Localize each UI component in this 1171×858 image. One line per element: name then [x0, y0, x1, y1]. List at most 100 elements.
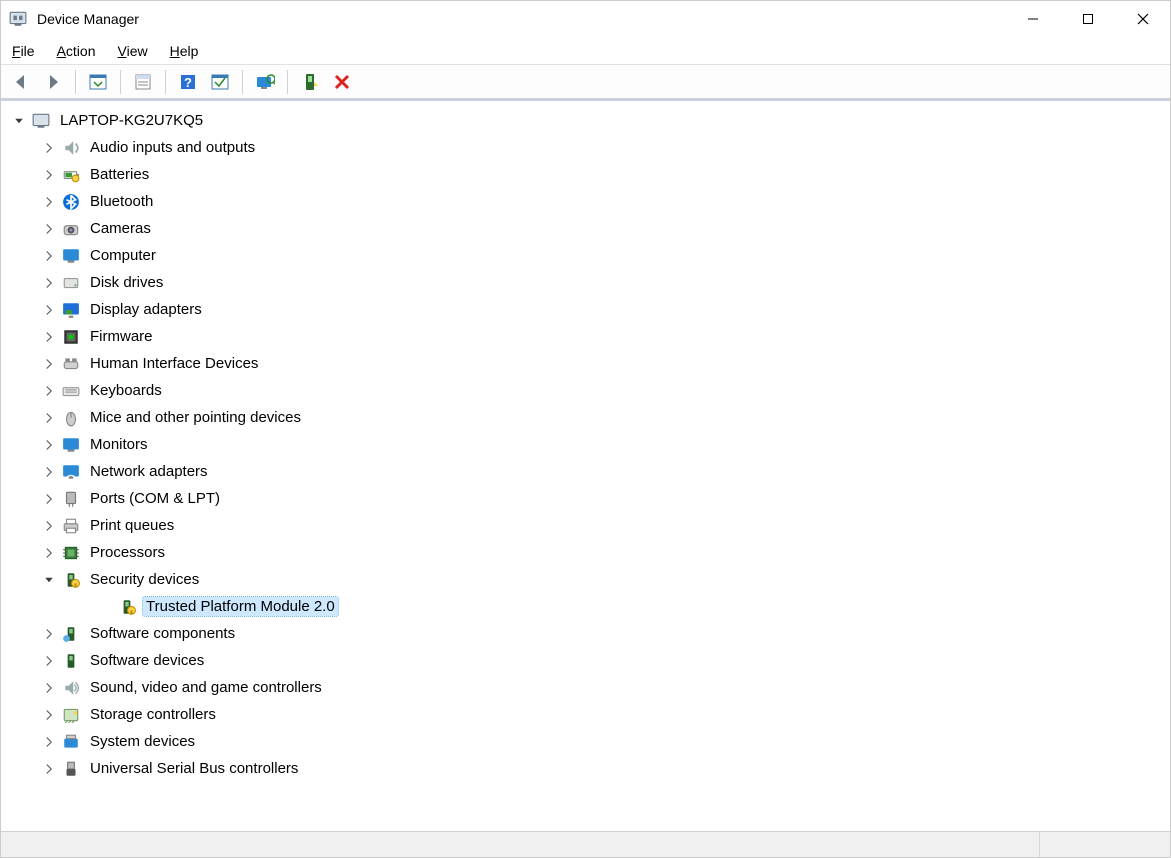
- expand-icon[interactable]: [41, 518, 57, 534]
- tree-category-label[interactable]: Display adapters: [87, 300, 205, 319]
- storage-icon: [61, 705, 81, 725]
- expand-icon[interactable]: [41, 734, 57, 750]
- tree-category-label[interactable]: Software devices: [87, 651, 207, 670]
- toolbar-update-button[interactable]: [206, 68, 234, 96]
- tree-device-row[interactable]: Trusted Platform Module 2.0: [5, 593, 1166, 620]
- expand-icon[interactable]: [41, 221, 57, 237]
- tree-category-row[interactable]: Monitors: [5, 431, 1166, 458]
- tree-category-row[interactable]: Sound, video and game controllers: [5, 674, 1166, 701]
- expand-icon[interactable]: [41, 275, 57, 291]
- expand-icon[interactable]: [41, 356, 57, 372]
- tree-category-row[interactable]: Software components: [5, 620, 1166, 647]
- maximize-button[interactable]: [1060, 1, 1115, 37]
- tree-category-label[interactable]: Ports (COM & LPT): [87, 489, 223, 508]
- tree-category-label[interactable]: Cameras: [87, 219, 154, 238]
- tree-category-label[interactable]: Human Interface Devices: [87, 354, 261, 373]
- expand-icon[interactable]: [41, 626, 57, 642]
- tree-category-row[interactable]: Universal Serial Bus controllers: [5, 755, 1166, 782]
- tree-category-row[interactable]: Cameras: [5, 215, 1166, 242]
- expand-icon[interactable]: [41, 329, 57, 345]
- tree-root-label[interactable]: LAPTOP-KG2U7KQ5: [57, 111, 206, 130]
- tree-category-row[interactable]: Storage controllers: [5, 701, 1166, 728]
- tree-category-row[interactable]: Firmware: [5, 323, 1166, 350]
- tree-root-row[interactable]: LAPTOP-KG2U7KQ5: [5, 107, 1166, 134]
- tree-category-row[interactable]: Security devices: [5, 566, 1166, 593]
- tree-category-label[interactable]: Monitors: [87, 435, 151, 454]
- tree-category-label[interactable]: Audio inputs and outputs: [87, 138, 258, 157]
- tree-category-label[interactable]: Keyboards: [87, 381, 165, 400]
- tree-category-row[interactable]: Processors: [5, 539, 1166, 566]
- tree-device-label[interactable]: Trusted Platform Module 2.0: [143, 597, 338, 616]
- tree-category-label[interactable]: Batteries: [87, 165, 152, 184]
- hid-icon: [61, 354, 81, 374]
- close-button[interactable]: [1115, 1, 1170, 37]
- tree-category-row[interactable]: Audio inputs and outputs: [5, 134, 1166, 161]
- minimize-button[interactable]: [1005, 1, 1060, 37]
- system-icon: [61, 732, 81, 752]
- computer-root-icon: [31, 111, 51, 131]
- expand-icon[interactable]: [41, 302, 57, 318]
- expand-icon[interactable]: [41, 383, 57, 399]
- tree-category-label[interactable]: Security devices: [87, 570, 202, 589]
- expand-icon[interactable]: [41, 167, 57, 183]
- expand-icon[interactable]: [41, 140, 57, 156]
- tree-category-row[interactable]: Software devices: [5, 647, 1166, 674]
- toolbar-properties-button[interactable]: [129, 68, 157, 96]
- menu-help[interactable]: Help: [167, 40, 202, 62]
- tree-category-label[interactable]: Firmware: [87, 327, 156, 346]
- toolbar-add-driver-button[interactable]: [296, 68, 324, 96]
- toolbar: ?: [1, 65, 1170, 99]
- collapse-icon[interactable]: [11, 113, 27, 129]
- usb-icon: [61, 759, 81, 779]
- expand-icon[interactable]: [41, 194, 57, 210]
- expand-icon[interactable]: [41, 248, 57, 264]
- toolbar-back-button[interactable]: [7, 68, 35, 96]
- computer-icon: [61, 246, 81, 266]
- expand-icon[interactable]: [41, 437, 57, 453]
- tree-category-row[interactable]: System devices: [5, 728, 1166, 755]
- tree-category-label[interactable]: Disk drives: [87, 273, 166, 292]
- tree-category-row[interactable]: Computer: [5, 242, 1166, 269]
- statusbar: [1, 831, 1170, 857]
- expand-icon[interactable]: [41, 491, 57, 507]
- toolbar-help-button[interactable]: ?: [174, 68, 202, 96]
- tree-category-row[interactable]: Display adapters: [5, 296, 1166, 323]
- tree-category-row[interactable]: Human Interface Devices: [5, 350, 1166, 377]
- tree-category-label[interactable]: Software components: [87, 624, 238, 643]
- tree-category-label[interactable]: Storage controllers: [87, 705, 219, 724]
- toolbar-showhide-button[interactable]: [84, 68, 112, 96]
- tree-category-label[interactable]: Bluetooth: [87, 192, 156, 211]
- tree-category-label[interactable]: Mice and other pointing devices: [87, 408, 304, 427]
- expand-icon[interactable]: [41, 410, 57, 426]
- tree-category-row[interactable]: Print queues: [5, 512, 1166, 539]
- tree-category-label[interactable]: Network adapters: [87, 462, 211, 481]
- menu-view[interactable]: View: [115, 40, 151, 62]
- tree-category-row[interactable]: Mice and other pointing devices: [5, 404, 1166, 431]
- collapse-icon[interactable]: [41, 572, 57, 588]
- expand-icon[interactable]: [41, 545, 57, 561]
- expand-icon[interactable]: [41, 464, 57, 480]
- battery-icon: [61, 165, 81, 185]
- tree-category-row[interactable]: Network adapters: [5, 458, 1166, 485]
- tree-category-label[interactable]: Universal Serial Bus controllers: [87, 759, 301, 778]
- tree-category-label[interactable]: System devices: [87, 732, 198, 751]
- expand-icon[interactable]: [41, 707, 57, 723]
- tree-category-row[interactable]: Keyboards: [5, 377, 1166, 404]
- tree-category-label[interactable]: Processors: [87, 543, 168, 562]
- tree-category-row[interactable]: Ports (COM & LPT): [5, 485, 1166, 512]
- toolbar-scan-button[interactable]: [251, 68, 279, 96]
- menu-file[interactable]: File: [9, 40, 38, 62]
- device-tree[interactable]: LAPTOP-KG2U7KQ5 Audio inputs and outputs…: [1, 99, 1170, 831]
- toolbar-uninstall-button[interactable]: [328, 68, 356, 96]
- tree-category-label[interactable]: Computer: [87, 246, 159, 265]
- menu-action[interactable]: Action: [54, 40, 99, 62]
- expand-icon[interactable]: [41, 653, 57, 669]
- tree-category-row[interactable]: Bluetooth: [5, 188, 1166, 215]
- tree-category-label[interactable]: Sound, video and game controllers: [87, 678, 325, 697]
- tree-category-row[interactable]: Disk drives: [5, 269, 1166, 296]
- tree-category-row[interactable]: Batteries: [5, 161, 1166, 188]
- tree-category-label[interactable]: Print queues: [87, 516, 177, 535]
- expand-icon[interactable]: [41, 680, 57, 696]
- expand-icon[interactable]: [41, 761, 57, 777]
- toolbar-forward-button[interactable]: [39, 68, 67, 96]
